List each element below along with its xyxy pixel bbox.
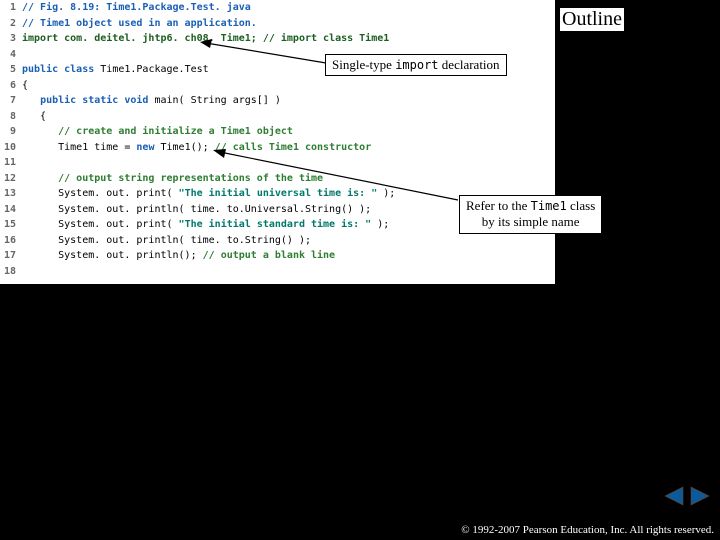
- line-number: 14: [0, 204, 22, 215]
- line-number: 15: [0, 219, 22, 230]
- callout-refer-post: class: [567, 198, 596, 213]
- line-number: 5: [0, 64, 22, 75]
- code-text: {: [22, 111, 555, 122]
- line-number: 13: [0, 188, 22, 199]
- code-line: 3import com. deitel. jhtp6. ch08. Time1;…: [0, 31, 555, 47]
- code-text: {: [22, 80, 555, 91]
- code-line: 16 System. out. println( time. to.String…: [0, 233, 555, 249]
- code-line: 7 public static void main( String args[]…: [0, 93, 555, 109]
- next-button[interactable]: [688, 484, 712, 508]
- code-line: 10 Time1 time = new Time1(); // calls Ti…: [0, 140, 555, 156]
- prev-button[interactable]: [662, 484, 686, 508]
- page-number: 168: [698, 4, 716, 19]
- line-number: 9: [0, 126, 22, 137]
- side-extension: .java: [566, 114, 605, 129]
- code-text: // Fig. 8.19: Time1.Package.Test. java: [22, 2, 555, 13]
- callout-refer-pre: Refer to the: [466, 198, 531, 213]
- callout-refer-line2: by its simple name: [482, 214, 580, 229]
- code-panel: 1// Fig. 8.19: Time1.Package.Test. java2…: [0, 0, 555, 284]
- line-number: 4: [0, 49, 22, 60]
- callout-import: Single-type import declaration: [325, 54, 507, 76]
- code-line: 8 {: [0, 109, 555, 125]
- code-line: 1// Fig. 8.19: Time1.Package.Test. java: [0, 0, 555, 16]
- line-number: 6: [0, 80, 22, 91]
- code-line: 11: [0, 155, 555, 171]
- nav-controls: [662, 484, 712, 508]
- line-number: 17: [0, 250, 22, 261]
- code-text: // create and initialize a Time1 object: [22, 126, 555, 137]
- code-text: Time1 time = new Time1(); // calls Time1…: [22, 142, 555, 153]
- line-number: 10: [0, 142, 22, 153]
- line-number: 18: [0, 266, 22, 277]
- triangle-left-icon: [663, 485, 685, 507]
- side-progress: (1 of 2): [600, 174, 639, 190]
- callout-refer-kw: Time1: [531, 199, 567, 213]
- callout-refer: Refer to the Time1 class by its simple n…: [459, 195, 602, 234]
- line-number: 8: [0, 111, 22, 122]
- code-text: System. out. println(); // output a blan…: [22, 250, 555, 261]
- code-line: 6{: [0, 78, 555, 94]
- outline-label: Outline: [560, 8, 624, 32]
- callout-import-kw: import: [395, 58, 438, 72]
- code-line: 9 // create and initialize a Time1 objec…: [0, 124, 555, 140]
- code-line: 17 System. out. println(); // output a b…: [0, 248, 555, 264]
- copyright-text: © 1992-2007 Pearson Education, Inc. All …: [461, 524, 714, 536]
- line-number: 11: [0, 157, 22, 168]
- code-text: // output string representations of the …: [22, 173, 555, 184]
- code-text: import com. deitel. jhtp6. ch08. Time1; …: [22, 33, 555, 44]
- code-text: // Time1 object used in an application.: [22, 18, 555, 29]
- code-line: 12 // output string representations of t…: [0, 171, 555, 187]
- line-number: 7: [0, 95, 22, 106]
- code-line: 18: [0, 264, 555, 280]
- line-number: 3: [0, 33, 22, 44]
- line-number: 1: [0, 2, 22, 13]
- code-text: public static void main( String args[] ): [22, 95, 555, 106]
- callout-import-pre: Single-type: [332, 57, 395, 72]
- code-text: System. out. println( time. to.String() …: [22, 235, 555, 246]
- line-number: 12: [0, 173, 22, 184]
- side-class-name: Time1Package.Test: [566, 80, 699, 95]
- line-number: 2: [0, 18, 22, 29]
- line-number: 16: [0, 235, 22, 246]
- triangle-right-icon: [689, 485, 711, 507]
- code-line: 2// Time1 object used in an application.: [0, 16, 555, 32]
- callout-import-post: declaration: [439, 57, 500, 72]
